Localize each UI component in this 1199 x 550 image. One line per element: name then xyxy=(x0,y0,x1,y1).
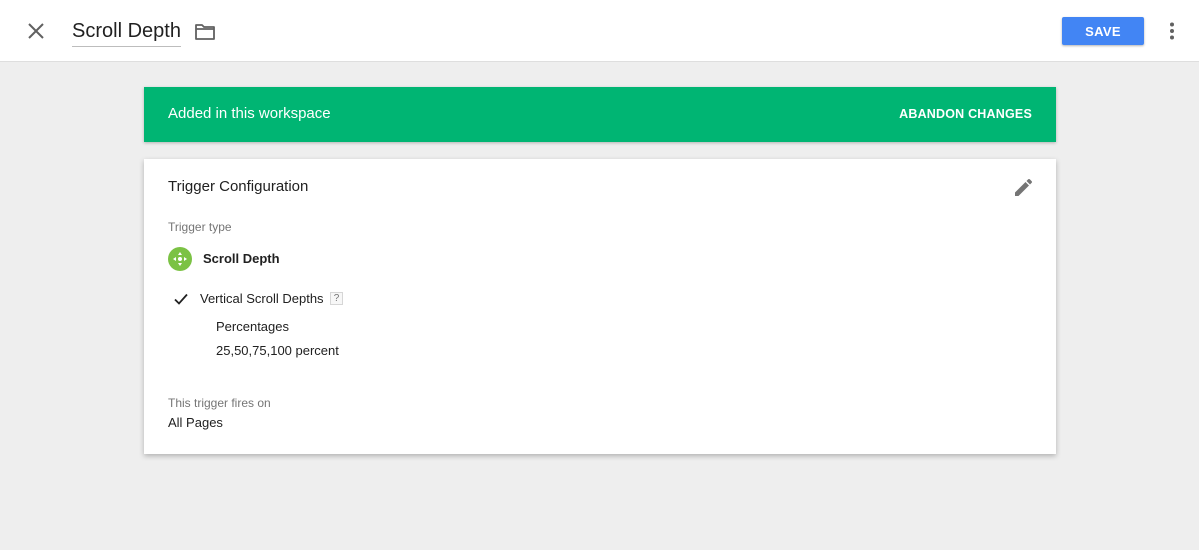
edit-button[interactable] xyxy=(1011,176,1035,200)
close-button[interactable] xyxy=(22,17,50,45)
workspace-status-banner: Added in this workspace ABANDON CHANGES xyxy=(144,87,1056,142)
trigger-type-name: Scroll Depth xyxy=(203,251,280,266)
pencil-icon xyxy=(1015,178,1033,196)
page-title[interactable]: Scroll Depth xyxy=(72,17,181,47)
help-button[interactable]: ? xyxy=(330,292,343,305)
scroll-mode-value: Percentages xyxy=(216,319,289,334)
top-bar: Scroll Depth SAVE xyxy=(0,0,1199,62)
scroll-depth-icon xyxy=(168,247,192,271)
more-options-button[interactable] xyxy=(1160,18,1184,44)
vertical-scroll-depths-label: Vertical Scroll Depths xyxy=(200,291,324,306)
close-icon xyxy=(28,23,44,39)
scroll-depth-values: 25,50,75,100 percent xyxy=(216,343,339,358)
abandon-changes-button[interactable]: ABANDON CHANGES xyxy=(899,107,1032,121)
folder-button[interactable] xyxy=(192,20,218,44)
more-vert-icon xyxy=(1170,22,1174,40)
save-button[interactable]: SAVE xyxy=(1062,17,1144,45)
fires-on-label: This trigger fires on xyxy=(168,396,271,410)
folder-icon xyxy=(195,24,215,40)
trigger-configuration-card[interactable]: Trigger Configuration Trigger type Scrol… xyxy=(144,159,1056,454)
workspace-status-text: Added in this workspace xyxy=(168,105,331,122)
trigger-type-label: Trigger type xyxy=(168,220,232,234)
check-icon xyxy=(173,292,189,306)
fires-on-value: All Pages xyxy=(168,415,223,430)
card-title: Trigger Configuration xyxy=(168,178,309,195)
